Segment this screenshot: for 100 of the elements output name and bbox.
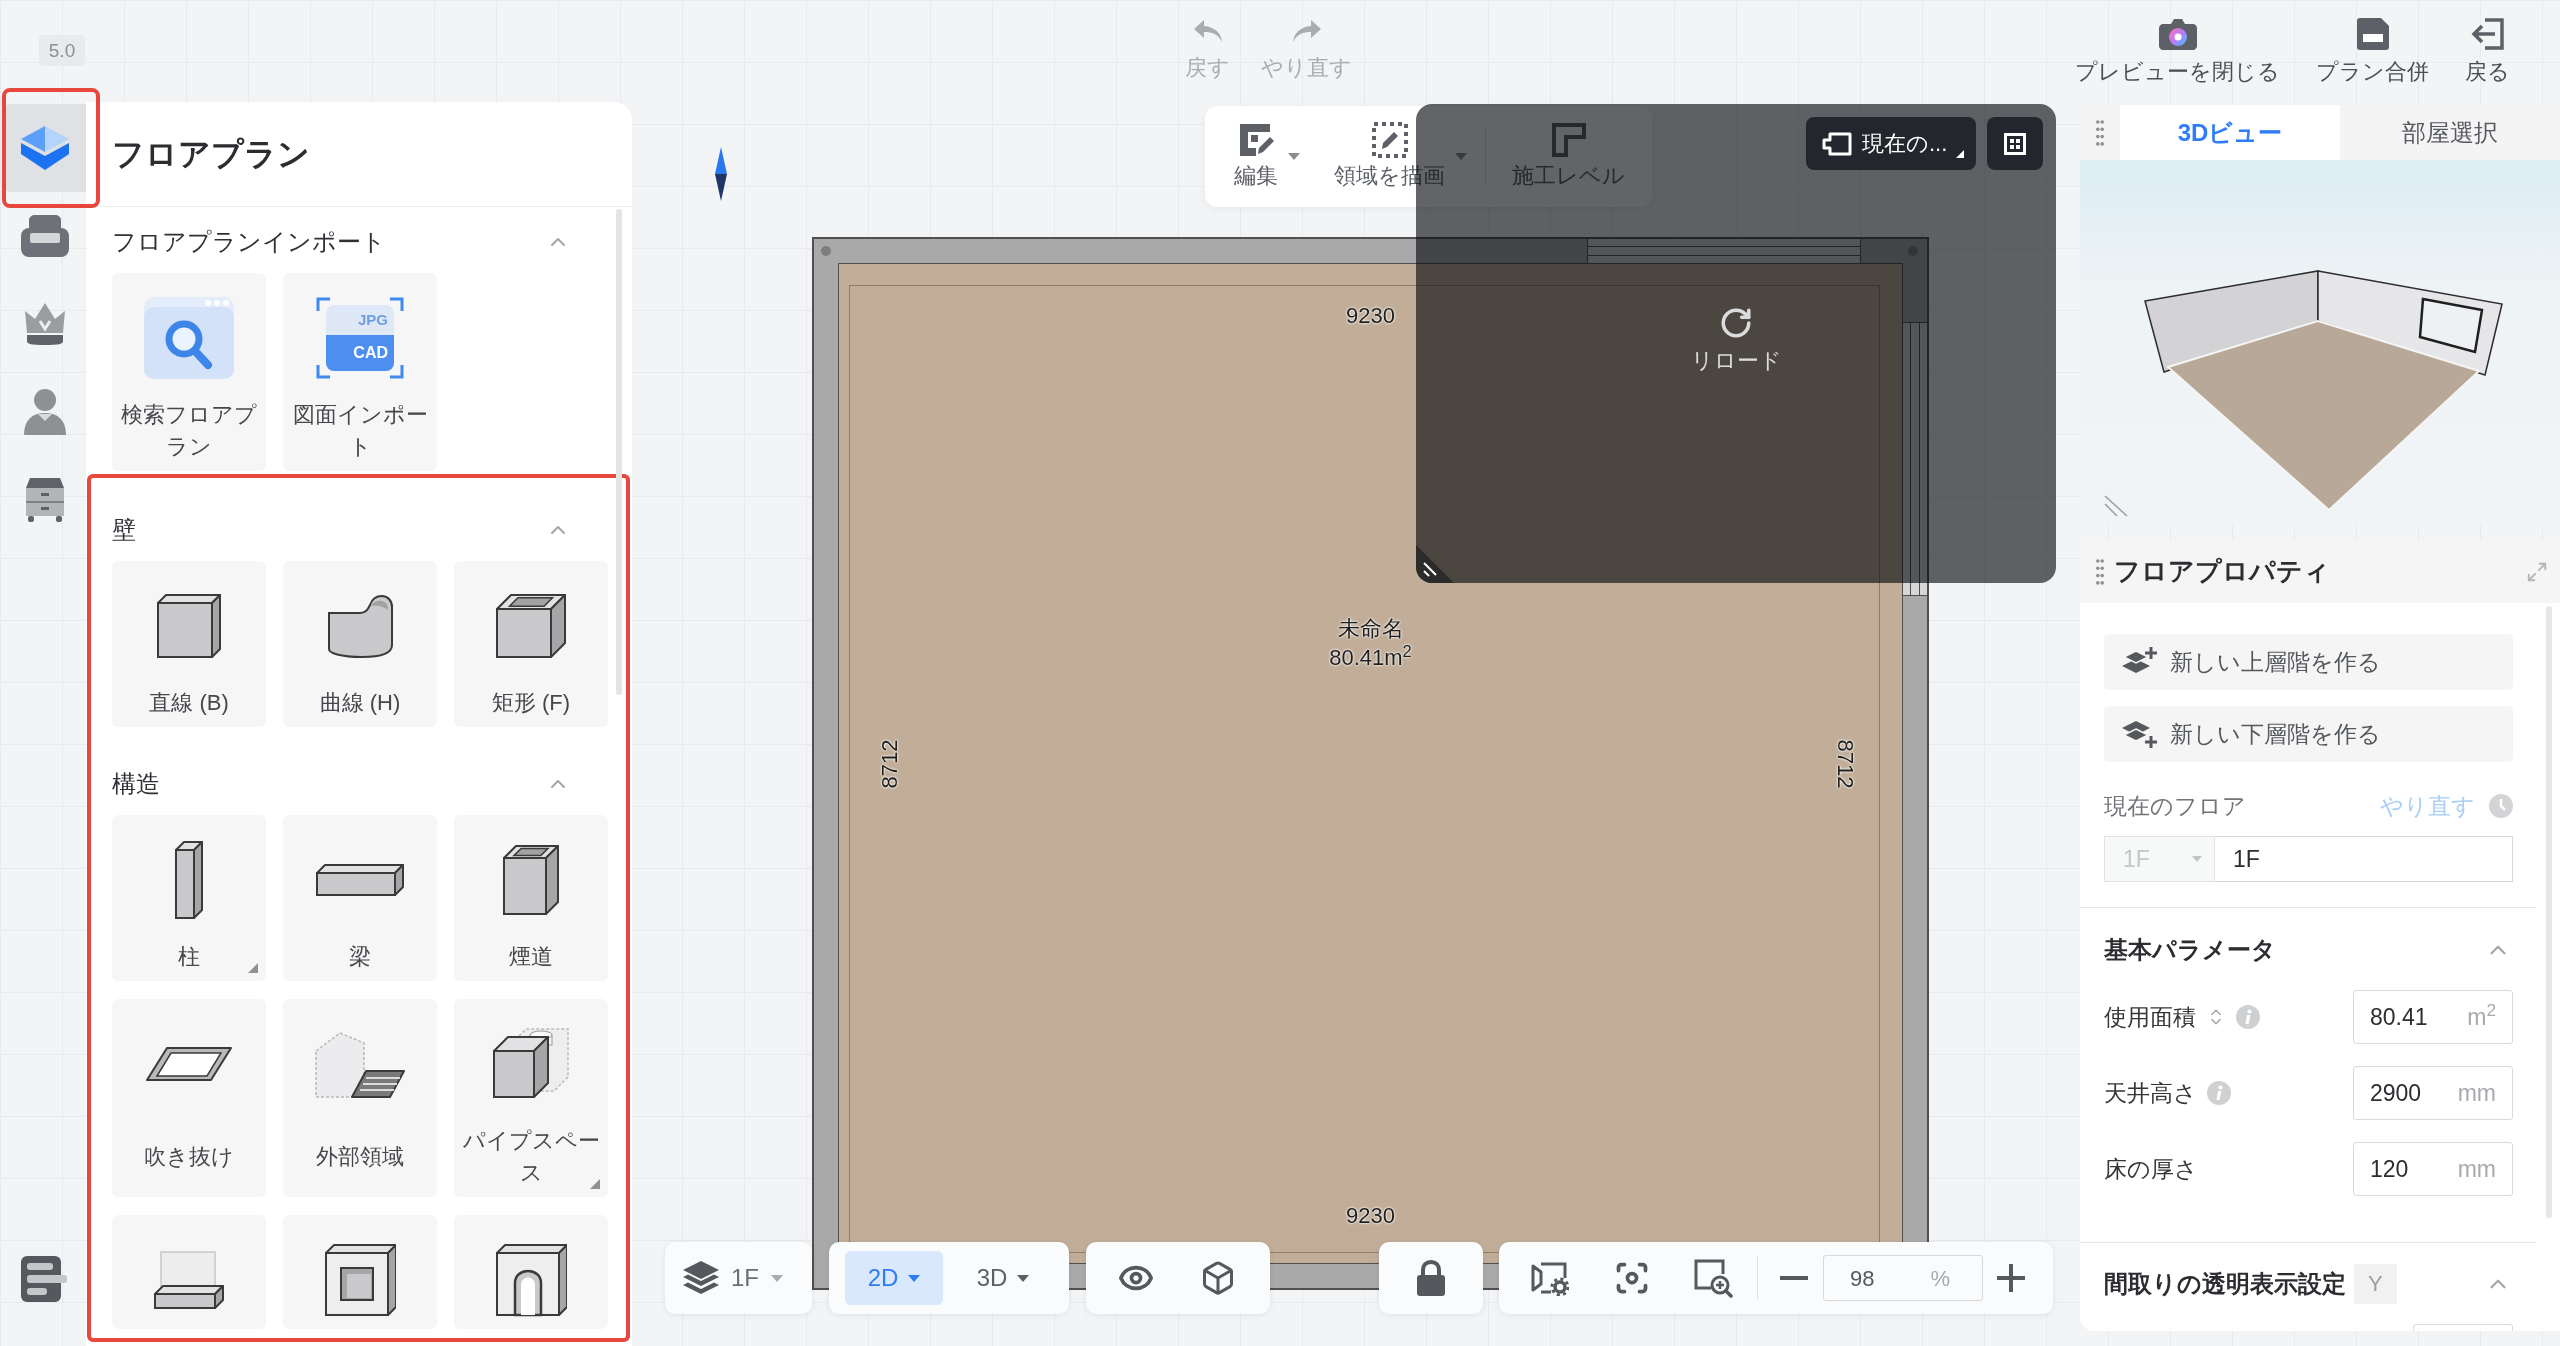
tool-card[interactable]: 煙道 (454, 815, 608, 981)
tool-card[interactable] (454, 1215, 608, 1329)
drag-handle-icon[interactable] (2096, 119, 2104, 146)
caret-down-icon (1288, 152, 1300, 160)
caret-down-icon (2192, 856, 2202, 862)
caret-down-icon (771, 1274, 783, 1282)
flue-icon (502, 844, 560, 916)
corner-triangle-icon (1956, 150, 1964, 158)
dimension-label: 8712 (1832, 739, 1859, 789)
section-title: フロアプランインポート (112, 227, 386, 257)
lock-icon[interactable] (1416, 1260, 1446, 1296)
play-gear-icon[interactable] (1531, 1260, 1569, 1296)
drag-handle-icon[interactable] (2096, 558, 2104, 585)
tool-card[interactable]: 外部領域 (283, 999, 437, 1197)
crown-icon (23, 303, 67, 345)
tool-card[interactable]: JPG CAD 図面インポート (283, 273, 437, 471)
number-field[interactable]: 120 mm (2353, 1142, 2513, 1196)
caret-down-icon (1455, 152, 1467, 160)
add-floor-button[interactable]: 新しい上層階を作る (2104, 634, 2513, 690)
dashed-square-pencil-icon (1371, 122, 1408, 158)
section-title: 壁 (112, 515, 136, 545)
file-type-label: CAD (326, 335, 394, 371)
slab-icon (153, 1250, 225, 1310)
clock-icon (2489, 794, 2513, 818)
sidebar-tab[interactable] (4, 104, 86, 192)
caret-down-icon (908, 1274, 921, 1282)
pipe-box-icon (492, 1027, 570, 1101)
view-mode-tab[interactable]: 3D (954, 1251, 1052, 1305)
tool-card[interactable]: パイプスペース (454, 999, 608, 1197)
tool-card[interactable]: 直線 (B) (112, 561, 266, 727)
expand-icon[interactable] (2526, 560, 2548, 583)
cube-icon (20, 125, 70, 171)
dimension-label: 8712 (877, 739, 904, 789)
tool-card[interactable]: 梁 (283, 815, 437, 981)
armchair-icon (21, 215, 69, 257)
tool-card[interactable]: 矩形 (F) (454, 561, 608, 727)
layout-icon[interactable] (21, 1256, 67, 1302)
add-floor-button[interactable]: 新しい下層階を作る (2104, 706, 2513, 762)
scan-frame-icon (316, 297, 404, 379)
grid-pencil-icon (1238, 122, 1274, 158)
floor-selector[interactable]: 1F (665, 1242, 812, 1314)
tool-card[interactable]: 検索フロアプラン (112, 273, 266, 471)
search-window-icon (144, 297, 234, 379)
field-label: 使用面積 (2104, 1002, 2196, 1032)
dice-square-icon (2004, 132, 2026, 155)
corner-triangle-icon (248, 963, 258, 973)
scrollbar[interactable] (616, 209, 622, 695)
cube-outline-icon[interactable] (1200, 1260, 1236, 1296)
field-label: 床の厚さ (2104, 1154, 2198, 1184)
compass-icon (714, 147, 728, 201)
tool-card[interactable]: 柱 (112, 815, 266, 981)
preview-button[interactable]: プレビューを閉じる (2075, 18, 2280, 86)
number-field[interactable]: 80.41 m$^{2}$ (2353, 990, 2513, 1044)
plus-icon[interactable] (1997, 1264, 2025, 1292)
toolbar-button[interactable]: 編集 (1234, 106, 1300, 206)
pillar-icon (174, 840, 204, 920)
tool-card[interactable]: 曲線 (H) (283, 561, 437, 727)
redo-icon (1290, 18, 1323, 44)
zoom-window-icon[interactable] (1693, 1258, 1733, 1298)
panel-title: フロアプロパティ (2114, 555, 2330, 588)
file-type-label: JPG (357, 310, 389, 330)
dimension-label: 9230 (1346, 1203, 1395, 1229)
arch-icon (495, 1243, 567, 1317)
focus-icon[interactable] (1614, 1260, 1650, 1296)
version-badge: 5.0 (39, 35, 85, 66)
field-label: 天井高さ (2104, 1078, 2197, 1108)
field-label: 現在のフロア (2104, 791, 2246, 821)
fullscreen-button[interactable] (1987, 117, 2043, 170)
tool-card[interactable]: 吹き抜け (112, 999, 266, 1197)
resize-handle-icon (2104, 495, 2128, 517)
add-layer-icon (2122, 719, 2158, 749)
cabinet-icon (24, 478, 66, 522)
zoom-field[interactable]: 98 % (1823, 1255, 1983, 1301)
reload-button[interactable]: リロード (1690, 306, 1782, 376)
layers-icon (683, 1261, 719, 1295)
view-select-button[interactable]: 現在の... (1806, 117, 1976, 170)
resize-handle-icon (1416, 543, 1456, 583)
hollow-box-icon (495, 593, 567, 659)
niche-icon (324, 1243, 396, 1317)
curved-wall-icon (326, 593, 394, 659)
dimension-label: 9230 (1346, 303, 1395, 329)
floor-name-field[interactable]: 1F (2215, 836, 2513, 882)
beam-icon (315, 863, 405, 897)
tool-card[interactable] (283, 1215, 437, 1329)
merge-button[interactable]: プラン合併 (2316, 18, 2429, 86)
number-field[interactable]: 2900 mm (2353, 1066, 2513, 1120)
section-title: 基本パラメータ (2104, 935, 2276, 965)
room-area: 80.41m$^{2}$ (1329, 645, 1412, 671)
exit-arrow-icon (2470, 18, 2505, 50)
opening-icon (145, 1046, 233, 1082)
corner-triangle-icon (590, 1179, 600, 1189)
camera-icon (2158, 18, 2197, 50)
view-tab[interactable]: 3Dビュー (2120, 105, 2340, 160)
house-stairs-icon (314, 1029, 406, 1099)
tool-card[interactable] (112, 1215, 266, 1329)
back-button[interactable]: 戻る (2465, 18, 2510, 86)
section-title: 間取りの透明表示設定 (2104, 1269, 2346, 1299)
person-icon (24, 389, 66, 435)
scrollbar[interactable] (2546, 606, 2552, 1218)
room-name: 未命名 (1337, 616, 1404, 642)
